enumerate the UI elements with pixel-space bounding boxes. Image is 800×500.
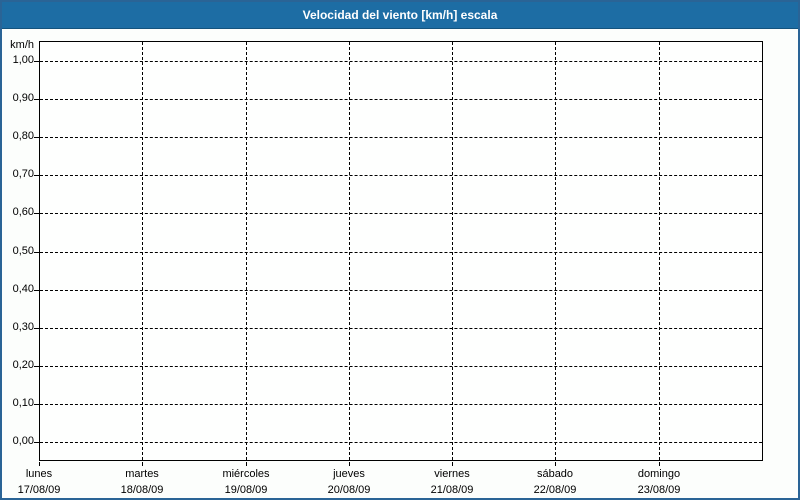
x-axis-day-label: sábado — [536, 468, 574, 480]
x-gridline — [142, 42, 143, 460]
x-axis-tick — [142, 462, 143, 466]
x-axis-tick — [246, 462, 247, 466]
y-axis-tick — [34, 442, 39, 443]
chart-canvas: km/h 1,00 0,90 0,80 0,70 0,60 0,50 0,40 0,30 0,2… — [2, 2, 798, 498]
x-axis-date-label: 19/08/09 — [224, 484, 268, 496]
y-axis-tick — [34, 213, 39, 215]
y-gridline — [40, 175, 762, 177]
y-gridline — [40, 327, 762, 329]
y-axis-tick — [34, 251, 39, 253]
y-axis-label: 0,10 — [12, 396, 34, 409]
x-axis-date-label: 23/08/09 — [637, 484, 681, 496]
y-axis-label: 0,20 — [12, 358, 34, 371]
y-axis-tick — [34, 99, 39, 101]
y-axis-tick — [34, 403, 39, 405]
plot-area — [39, 41, 763, 461]
y-axis-label: 0,80 — [12, 130, 34, 143]
y-axis-label: 0,90 — [12, 92, 34, 105]
x-axis-day-label: domingo — [637, 468, 681, 480]
x-gridline — [349, 42, 350, 460]
x-axis-day-label: miércoles — [222, 468, 270, 480]
x-axis-date-label: 20/08/09 — [327, 484, 371, 496]
y-axis-label: 1,00 — [12, 54, 34, 66]
y-axis-tick — [34, 327, 39, 329]
y-gridline — [40, 289, 762, 291]
y-gridline — [40, 251, 762, 253]
y-gridline — [40, 403, 762, 405]
x-axis-tick — [555, 462, 556, 466]
x-axis-day-label: martes — [125, 468, 159, 480]
x-axis-day-label: lunes — [25, 468, 53, 480]
y-gridline — [40, 61, 762, 62]
y-axis-tick — [34, 137, 39, 139]
y-axis-label: 0,40 — [12, 282, 34, 295]
y-axis-unit-label: km/h — [10, 39, 34, 51]
x-axis-date-label: 21/08/09 — [430, 484, 474, 496]
x-axis-tick — [39, 462, 40, 466]
y-axis-label: 0,50 — [12, 244, 34, 257]
x-axis-day-label: viernes — [434, 468, 470, 480]
y-axis-tick — [34, 175, 39, 177]
x-gridline — [659, 42, 660, 460]
y-axis-tick — [34, 365, 39, 367]
x-axis-day-label: jueves — [333, 468, 365, 480]
y-gridline — [40, 137, 762, 139]
x-axis-date-label: 18/08/09 — [120, 484, 164, 496]
y-gridline — [40, 365, 762, 367]
y-axis-label: 0,70 — [12, 168, 34, 181]
y-axis-tick — [34, 61, 39, 62]
x-axis-tick — [452, 462, 453, 466]
chart-window: Velocidad del viento [km/h] escala km/h … — [0, 0, 800, 500]
y-gridline — [40, 99, 762, 101]
y-gridline — [40, 442, 762, 443]
y-gridline — [40, 213, 762, 215]
y-axis-label: 0,60 — [12, 206, 34, 219]
x-gridline — [452, 42, 453, 460]
x-axis-tick — [349, 462, 350, 466]
x-gridline — [246, 42, 247, 460]
x-gridline — [555, 42, 556, 460]
y-axis-tick — [34, 289, 39, 291]
y-axis-label: 0,00 — [12, 435, 34, 447]
x-axis-tick — [659, 462, 660, 466]
x-axis-date-label: 22/08/09 — [533, 484, 577, 496]
x-axis-date-label: 17/08/09 — [17, 484, 61, 496]
y-axis-label: 0,30 — [12, 320, 34, 333]
